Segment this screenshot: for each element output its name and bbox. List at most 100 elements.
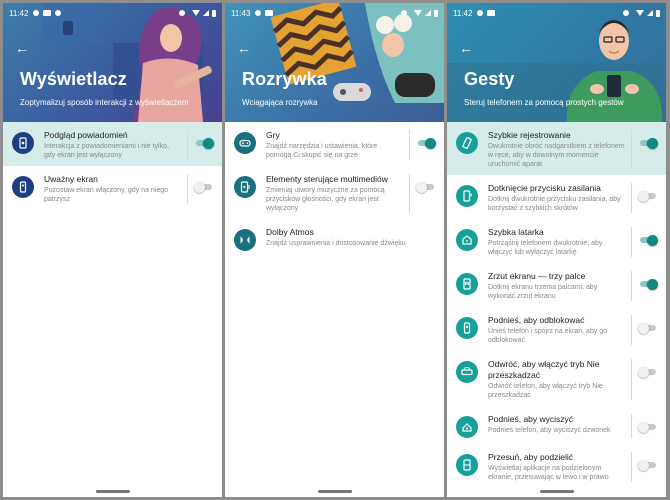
header-banner: 11:42 ← Gesty Steruj telefonem za pomocą… <box>447 3 666 122</box>
item-description: Dotknij dwukrotnie przycisku zasilania, … <box>488 196 621 212</box>
item-title: Gry <box>266 130 280 140</box>
toggle-switch[interactable] <box>416 136 436 150</box>
list-item-lift-to-unlock[interactable]: Podnieś, aby odblokować Unieś telefon i … <box>447 307 666 351</box>
list-item-attentive-display[interactable]: Uważny ekran Pozostaw ekran włączony, gd… <box>3 166 222 210</box>
back-arrow-icon[interactable]: ← <box>15 41 31 55</box>
toggle-switch[interactable] <box>638 233 658 247</box>
navigation-bar <box>3 487 222 497</box>
list-item-power-touch[interactable]: Dotknięcie przycisku zasilania Dotknij d… <box>447 175 666 219</box>
toggle-switch[interactable] <box>638 277 658 291</box>
page-subtitle: Zoptymalizuj sposób interakcji z wyświet… <box>20 98 189 107</box>
page-title: Wyświetlacz <box>20 69 127 89</box>
screenshot-collage: 11:42 ← Wyświetlacz Zoptymalizuj sposób … <box>0 0 670 500</box>
status-bar: 11:42 <box>447 3 666 23</box>
pickup-silence-icon <box>456 416 478 438</box>
wifi-icon <box>636 10 644 16</box>
status-time: 11:42 <box>453 8 473 18</box>
item-description: Dotknij ekranu trzema palcami, aby wykon… <box>488 284 598 300</box>
toggle-switch[interactable] <box>638 458 658 472</box>
divider <box>409 130 410 160</box>
back-arrow-icon[interactable]: ← <box>459 41 475 55</box>
wifi-icon <box>192 10 200 16</box>
item-title: Dotknięcie przycisku zasilania <box>488 183 601 193</box>
divider <box>631 130 632 169</box>
settings-list: Szybkie rejestrowanie Dwukrotnie obróć n… <box>447 122 666 488</box>
item-description: Potrząśnij telefonem dwukrotnie, aby włą… <box>488 240 603 256</box>
item-description: Znajdź usprawnienia i dostosowanie dźwię… <box>266 240 406 247</box>
wifi-icon <box>414 10 422 16</box>
do-not-disturb-icon <box>401 10 407 16</box>
item-title: Przesuń, aby podzielić <box>488 452 574 462</box>
toggle-switch[interactable] <box>638 365 658 379</box>
list-item-peek-display[interactable]: Podgląd powiadomień Interakcja z powiado… <box>3 122 222 166</box>
item-title: Podnieś, aby odblokować <box>488 315 585 325</box>
phone-screen-entertainment: 11:43 ← Rozrywka Wciągająca rozrywka Gry… <box>225 3 444 497</box>
list-item-swipe-to-split[interactable]: Przesuń, aby podzielić Wyświetlaj aplika… <box>447 444 666 488</box>
toggle-switch[interactable] <box>638 136 658 150</box>
list-item-pick-up-to-silence[interactable]: Podnieś, aby wyciszyć Podnieś telefon, a… <box>447 406 666 444</box>
item-title: Uważny ekran <box>44 174 98 184</box>
divider <box>631 183 632 213</box>
status-time: 11:42 <box>9 8 29 18</box>
item-title: Szybka latarka <box>488 227 544 237</box>
item-description: Odwróć telefon, aby włączyć tryb Nie prz… <box>488 383 603 399</box>
item-title: Zrzut ekranu — trzy palce <box>488 271 586 281</box>
list-item-dolby-atmos[interactable]: Dolby Atmos Znajdź usprawnienia i dostos… <box>225 219 444 257</box>
phone-screen-gestures: 11:42 ← Gesty Steruj telefonem za pomocą… <box>447 3 666 497</box>
toggle-switch[interactable] <box>638 420 658 434</box>
list-item-games[interactable]: Gry Znajdź narzędzia i ustawienia, które… <box>225 122 444 166</box>
list-item-fast-flashlight[interactable]: Szybka latarka Potrząśnij telefonem dwuk… <box>447 219 666 263</box>
home-gesture-pill[interactable] <box>539 490 574 493</box>
item-description: Wyświetlaj aplikacje na podzielonym ekra… <box>488 465 609 481</box>
dolby-icon <box>234 229 256 251</box>
divider <box>631 359 632 400</box>
flip-phone-icon <box>456 361 478 383</box>
do-not-disturb-icon <box>179 10 185 16</box>
notification-dot-icon <box>255 10 262 16</box>
header-banner: 11:42 ← Wyświetlacz Zoptymalizuj sposób … <box>3 3 222 122</box>
page-subtitle: Steruj telefonem za pomocą prostych gest… <box>464 98 624 107</box>
signal-icon <box>425 10 431 16</box>
toggle-switch[interactable] <box>416 180 436 194</box>
toggle-switch[interactable] <box>638 189 658 203</box>
split-screen-icon <box>456 454 478 476</box>
item-title: Dolby Atmos <box>266 227 314 237</box>
eye-icon <box>12 176 34 198</box>
signal-icon <box>203 10 209 16</box>
home-gesture-pill[interactable] <box>317 490 352 493</box>
toggle-switch[interactable] <box>638 321 658 335</box>
item-title: Szybkie rejestrowanie <box>488 130 571 140</box>
item-title: Elementy sterujące multimediów <box>266 174 388 184</box>
item-description: Unieś telefon i spójrz na ekran, aby go … <box>488 328 608 344</box>
list-item-quick-capture[interactable]: Szybkie rejestrowanie Dwukrotnie obróć n… <box>447 122 666 175</box>
status-time: 11:43 <box>231 8 251 18</box>
page-subtitle: Wciągająca rozrywka <box>242 98 318 107</box>
item-description: Dwukrotnie obróć nadgarstkiem z telefone… <box>488 143 625 168</box>
header-banner: 11:43 ← Rozrywka Wciągająca rozrywka <box>225 3 444 122</box>
item-description: Podnieś telefon, aby wyciszyć dzwonek <box>488 427 611 434</box>
home-gesture-pill[interactable] <box>95 490 130 493</box>
youtube-icon <box>487 10 496 16</box>
lift-unlock-icon <box>456 317 478 339</box>
divider <box>631 227 632 257</box>
toggle-switch[interactable] <box>194 180 214 194</box>
phone-screen-display: 11:42 ← Wyświetlacz Zoptymalizuj sposób … <box>3 3 222 497</box>
list-item-media-controls[interactable]: Elementy sterujące multimediów Zmieniaj … <box>225 166 444 219</box>
divider <box>409 174 410 213</box>
divider <box>631 414 632 438</box>
battery-icon <box>656 9 660 17</box>
item-description: Pozostaw ekran włączony, gdy na niego pa… <box>44 187 168 203</box>
divider <box>631 271 632 301</box>
list-item-three-finger-screenshot[interactable]: Zrzut ekranu — trzy palce Dotknij ekranu… <box>447 263 666 307</box>
divider <box>187 130 188 160</box>
divider <box>631 315 632 345</box>
settings-list: Gry Znajdź narzędzia i ustawienia, które… <box>225 122 444 257</box>
youtube-icon <box>265 10 274 16</box>
toggle-switch[interactable] <box>194 136 214 150</box>
signal-icon <box>647 10 653 16</box>
settings-list: Podgląd powiadomień Interakcja z powiado… <box>3 122 222 210</box>
notification-dot-icon <box>55 10 62 16</box>
back-arrow-icon[interactable]: ← <box>237 41 253 55</box>
battery-icon <box>434 9 438 17</box>
list-item-flip-for-dnd[interactable]: Odwróć, aby włączyć tryb Nie przeszkadza… <box>447 351 666 406</box>
